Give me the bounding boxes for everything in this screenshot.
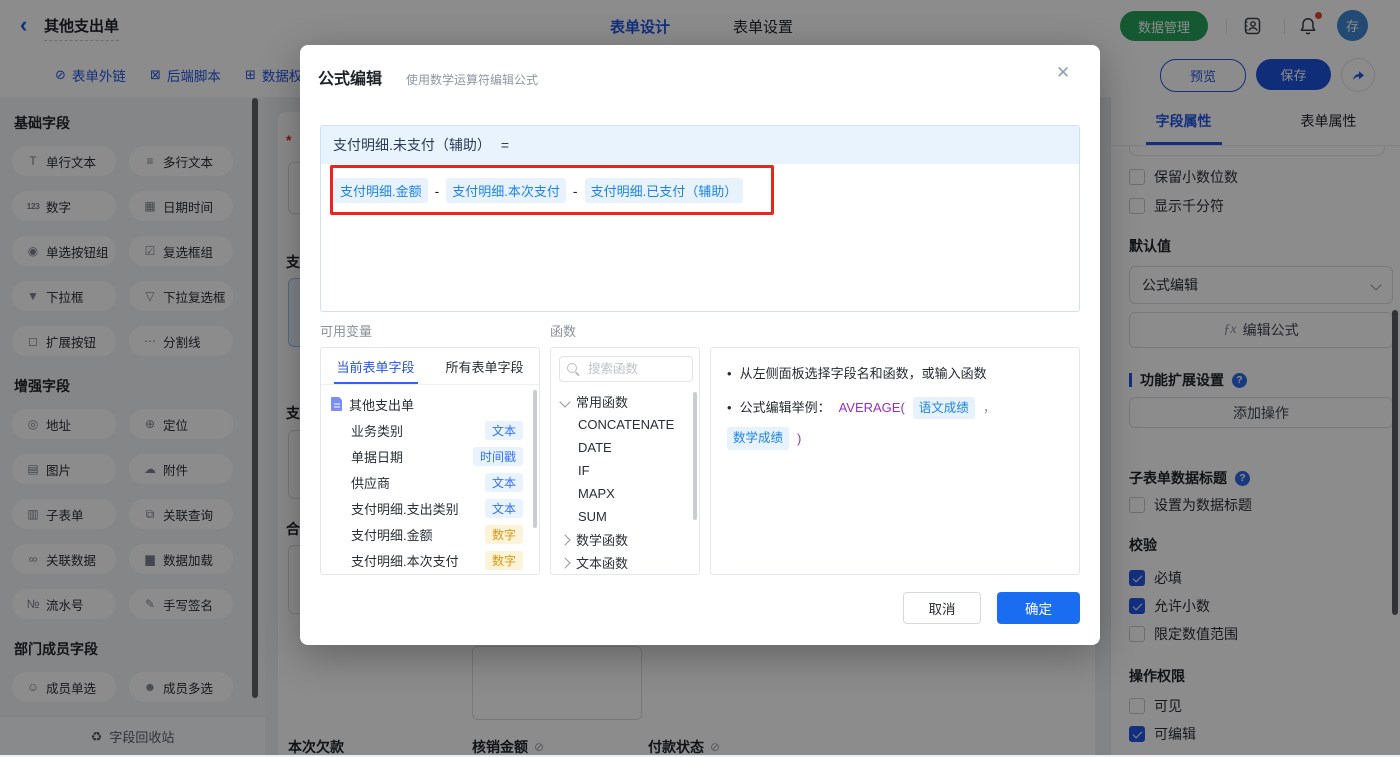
form-file-icon [331, 397, 342, 411]
search-icon [567, 362, 580, 376]
formula-target: 支付明细.未支付（辅助） = [321, 126, 1079, 164]
formula-token[interactable]: 支付明细.本次支付 [446, 178, 566, 203]
functions-label: 函数 [550, 324, 577, 339]
variable-item[interactable]: 支付明细.本次支付 数字 [331, 547, 531, 573]
modal-title: 公式编辑 [318, 71, 383, 88]
cancel-button[interactable]: 取消 [903, 592, 981, 624]
variables-label: 可用变量 [320, 324, 373, 339]
function-name: AVERAGE( [838, 400, 905, 416]
chevron-right-icon [559, 556, 571, 569]
search-input[interactable] [586, 361, 682, 377]
modal-subtitle: 使用数学运算符编辑公式 [406, 73, 539, 87]
variable-item[interactable]: 支付明细.支出类别 文本 [331, 495, 531, 521]
type-badge: 数字 [484, 550, 523, 570]
formula-box: 支付明细.未支付（辅助） = 支付明细.金额 - 支付明细.本次支付 - 支付明… [320, 125, 1080, 312]
function-item[interactable]: DATE [551, 436, 699, 459]
variable-tree-root[interactable]: 其他支出单 [331, 391, 531, 417]
formula-input-area[interactable]: 支付明细.金额 - 支付明细.本次支付 - 支付明细.已支付（辅助） [321, 164, 1079, 217]
type-badge: 时间戳 [472, 446, 523, 466]
chevron-right-icon [559, 533, 571, 546]
example-field-chip: 语文成绩 [912, 396, 975, 420]
function-item[interactable]: CONCATENATE [551, 413, 699, 436]
function-item[interactable]: MAPX [551, 482, 699, 505]
function-search[interactable] [559, 356, 693, 382]
function-group-text[interactable]: 文本函数 [551, 551, 699, 574]
tab-all-form-fields[interactable]: 所有表单字段 [430, 348, 539, 384]
minus-operator: - [572, 182, 578, 199]
variables-panel: 当前表单字段 所有表单字段 其他支出单 业务类别 文本 单据日期 时间戳 供应商 文本… [320, 347, 540, 575]
function-item[interactable]: IF [551, 459, 699, 482]
variable-item[interactable]: 供应商 文本 [331, 469, 531, 495]
variable-item[interactable]: 支付明细.已支付（辅助）数字 [331, 573, 531, 574]
formula-editor-modal: 公式编辑 使用数学运算符编辑公式 ✕ 支付明细.未支付（辅助） = 支付明细.金… [300, 45, 1100, 645]
functions-scrollbar[interactable] [693, 392, 697, 520]
functions-panel: 常用函数 CONCATENATE DATE IF MAPX SUM 数学函数 文… [550, 347, 700, 575]
tab-current-form-fields[interactable]: 当前表单字段 [321, 348, 430, 384]
confirm-button[interactable]: 确定 [997, 592, 1080, 624]
variables-scrollbar[interactable] [533, 390, 537, 528]
type-badge: 文本 [484, 498, 523, 518]
function-group-common[interactable]: 常用函数 [551, 390, 699, 413]
help-example: 公式编辑举例：AVERAGE(语文成绩，数学成绩) [727, 396, 1063, 450]
function-item[interactable]: SUM [551, 505, 699, 528]
type-badge: 文本 [484, 420, 523, 440]
chevron-down-icon [559, 395, 571, 408]
variable-item[interactable]: 单据日期 时间戳 [331, 443, 531, 469]
minus-operator: - [434, 182, 440, 199]
help-panel: 从左侧面板选择字段名和函数，或输入函数 公式编辑举例：AVERAGE(语文成绩，… [710, 347, 1080, 575]
equals-sign: = [500, 137, 510, 153]
close-icon[interactable]: ✕ [1056, 63, 1070, 83]
variable-item[interactable]: 支付明细.金额 数字 [331, 521, 531, 547]
function-group-math[interactable]: 数学函数 [551, 528, 699, 551]
type-badge: 数字 [484, 524, 523, 544]
help-tip: 从左侧面板选择字段名和函数，或输入函数 [727, 364, 1063, 384]
formula-token[interactable]: 支付明细.已支付（辅助） [584, 178, 744, 203]
variable-item[interactable]: 业务类别 文本 [331, 417, 531, 443]
type-badge: 文本 [484, 472, 523, 492]
example-field-chip: 数学成绩 [727, 427, 790, 450]
formula-token[interactable]: 支付明细.金额 [334, 178, 428, 203]
